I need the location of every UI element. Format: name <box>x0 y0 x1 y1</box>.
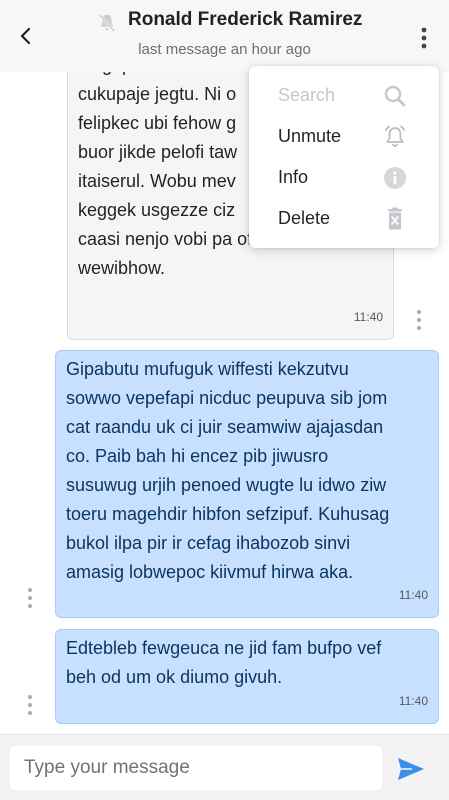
message-time: 11:40 <box>398 694 428 708</box>
more-vertical-icon[interactable] <box>412 24 436 52</box>
last-seen-status: last message an hour ago <box>138 41 311 58</box>
chat-options-menu: Search Unmute Info Delete <box>249 66 439 248</box>
info-icon <box>384 167 406 189</box>
menu-item-label: Delete <box>278 208 331 228</box>
message-time: 11:40 <box>398 588 428 602</box>
search-icon <box>384 85 406 107</box>
menu-item-label: Info <box>278 167 309 187</box>
message-outgoing[interactable]: Gipabutu mufuguk wiffesti kekzutvu sowwo… <box>55 350 439 618</box>
menu-item-label: Unmute <box>278 126 342 146</box>
chat-header: Ronald Frederick Ramirez last message an… <box>0 0 449 72</box>
menu-item-info[interactable]: Info <box>249 158 439 198</box>
message-text: Gipabutu mufuguk wiffesti kekzutvu sowwo… <box>66 359 390 582</box>
menu-item-unmute[interactable]: Unmute <box>249 117 439 157</box>
bell-off-icon <box>98 13 116 33</box>
message-composer <box>0 734 449 800</box>
message-options-icon[interactable] <box>411 308 427 332</box>
message-options-icon[interactable] <box>22 693 38 717</box>
message-options-icon[interactable] <box>22 586 38 610</box>
message-outgoing[interactable]: Edtebleb fewgeuca ne jid fam bufpo vef b… <box>55 629 439 724</box>
menu-item-label: Search <box>278 85 336 105</box>
trash-icon <box>388 207 402 230</box>
message-input[interactable] <box>10 746 382 790</box>
menu-item-delete[interactable]: Delete <box>249 199 439 239</box>
message-text: Edtebleb fewgeuca ne jid fam bufpo vef b… <box>66 638 382 687</box>
contact-name: Ronald Frederick Ramirez <box>128 9 363 30</box>
message-time: 11:40 <box>353 310 383 324</box>
bell-ring-icon <box>385 125 405 147</box>
menu-item-search: Search <box>249 76 439 116</box>
send-icon[interactable] <box>396 755 426 783</box>
